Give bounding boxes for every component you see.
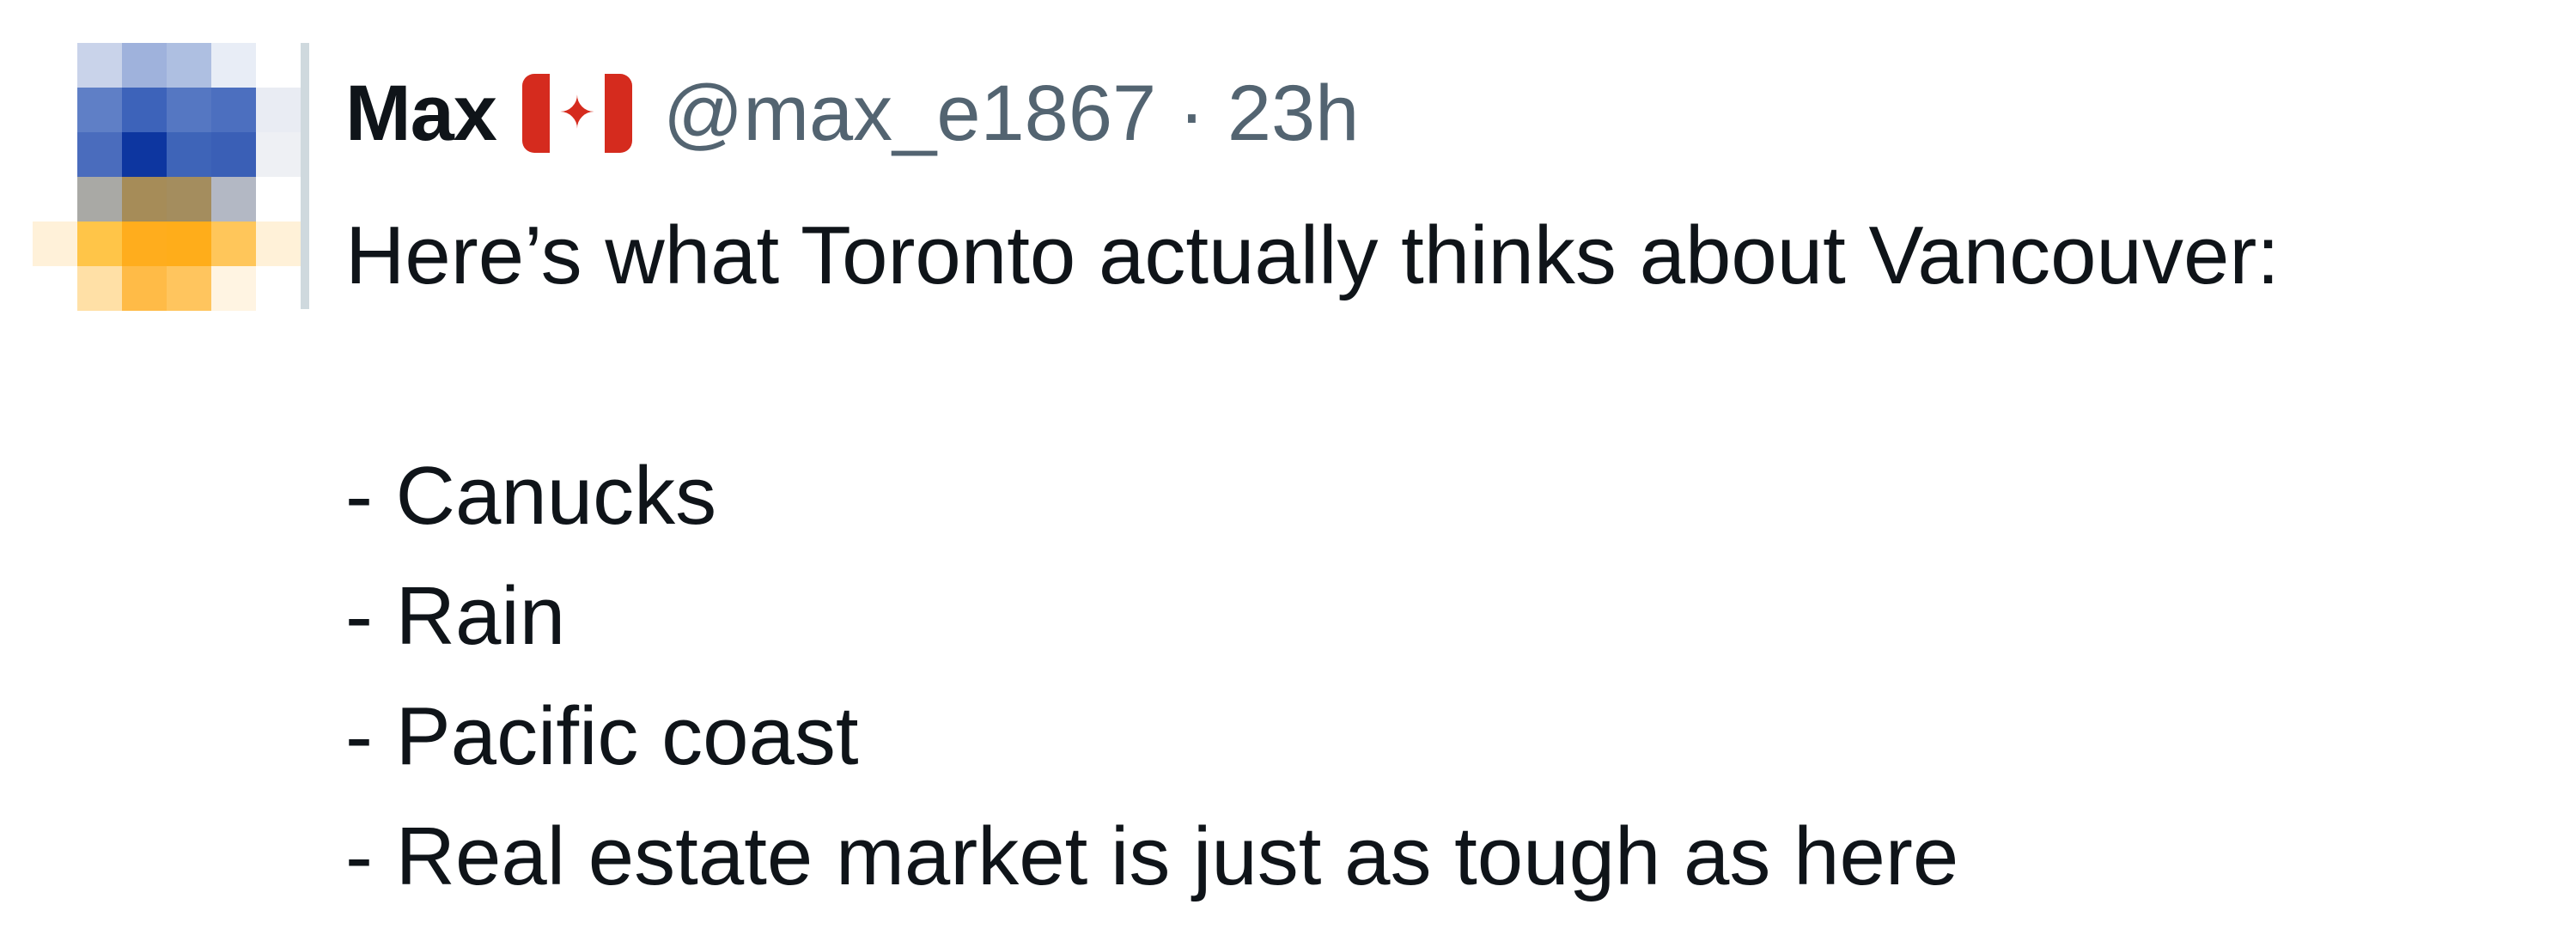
tweet-text-line: - Rain — [345, 570, 566, 662]
tweet-header: Max ✦ @max_e1867 · 23h — [345, 62, 1359, 165]
tweet-text-line: Here’s what Toronto actually thinks abou… — [345, 209, 2280, 301]
tweet-text-line: - Canucks — [345, 450, 717, 542]
canada-flag-icon: ✦ — [521, 74, 632, 153]
tweet-text: Here’s what Toronto actually thinks abou… — [345, 196, 2544, 917]
tweet-text-line: - Real estate market is just as tough as… — [345, 810, 1959, 902]
tweet-text-line — [345, 316, 2544, 436]
timestamp[interactable]: 23h — [1227, 69, 1360, 159]
author-handle[interactable]: @max_e1867 — [663, 69, 1156, 159]
thread-line — [301, 43, 309, 309]
avatar[interactable] — [33, 43, 301, 311]
separator: · — [1178, 69, 1205, 157]
tweet[interactable]: Max ✦ @max_e1867 · 23h Here’s what Toron… — [0, 0, 2576, 947]
author-name[interactable]: Max — [345, 69, 497, 159]
tweet-text-line: - Pacific coast — [345, 690, 859, 782]
